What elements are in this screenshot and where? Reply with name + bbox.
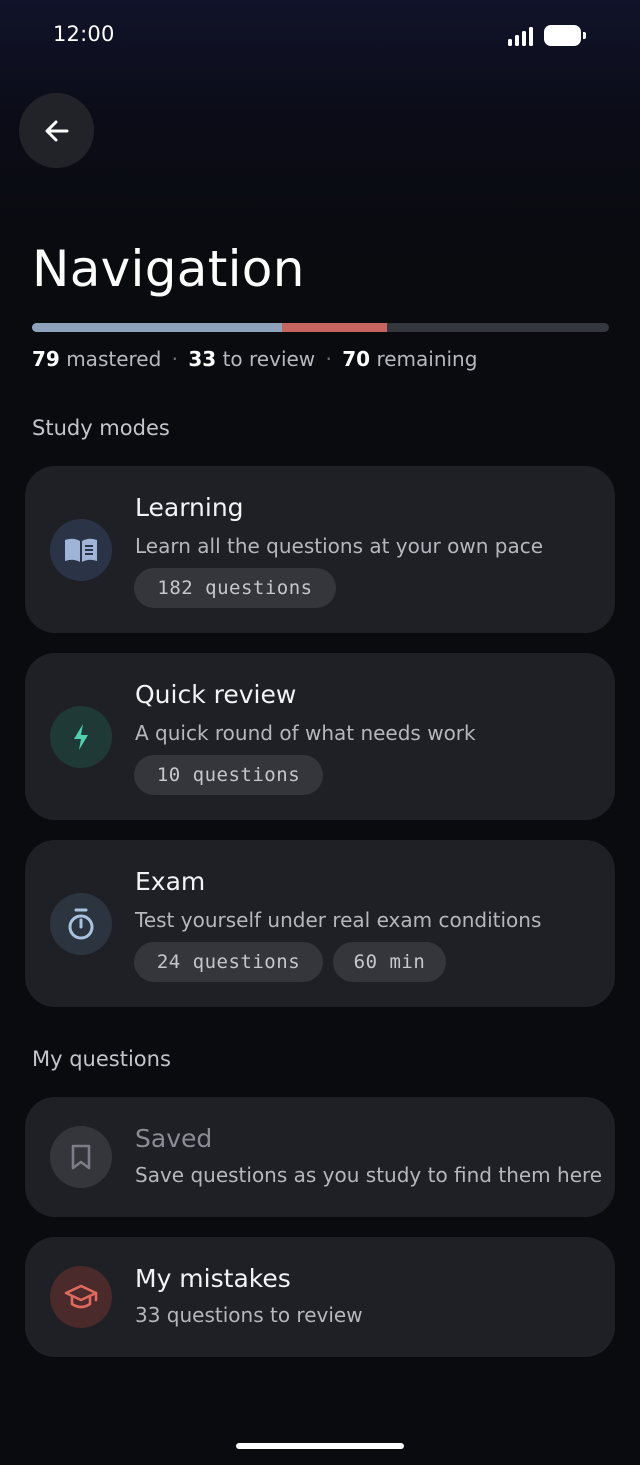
section-label-study-modes: Study modes <box>32 416 170 440</box>
book-icon <box>50 519 112 581</box>
progress-stats: 79 mastered · 33 to review · 70 remainin… <box>32 347 477 371</box>
card-title: Quick review <box>135 680 297 709</box>
graduation-cap-icon <box>50 1266 112 1328</box>
review-count: 33 <box>188 347 217 371</box>
progress-review-segment <box>282 323 388 332</box>
section-label-my-questions: My questions <box>32 1047 171 1071</box>
home-indicator[interactable] <box>236 1443 404 1449</box>
card-title: Exam <box>135 867 206 896</box>
stopwatch-icon <box>50 893 112 955</box>
study-mode-card-quick-review[interactable]: Quick review A quick round of what needs… <box>25 653 615 820</box>
question-count-chip: 182 questions <box>134 568 336 608</box>
duration-chip: 60 min <box>333 942 446 982</box>
card-subtitle: A quick round of what needs work <box>135 721 476 745</box>
study-mode-card-learning[interactable]: Learning Learn all the questions at your… <box>25 466 615 633</box>
bookmark-icon <box>50 1126 112 1188</box>
mastered-label: mastered <box>66 347 162 371</box>
my-questions-card-saved[interactable]: Saved Save questions as you study to fin… <box>25 1097 615 1217</box>
remaining-label: remaining <box>376 347 478 371</box>
lightning-icon <box>50 706 112 768</box>
signal-icon <box>508 26 536 46</box>
card-subtitle: Save questions as you study to find them… <box>135 1163 603 1187</box>
question-count-chip: 24 questions <box>134 942 323 982</box>
card-title: Learning <box>135 493 244 522</box>
my-questions-card-mistakes[interactable]: My mistakes 33 questions to review <box>25 1237 615 1357</box>
status-bar: 12:00 <box>0 0 640 72</box>
page-title: Navigation <box>32 240 305 298</box>
review-label: to review <box>222 347 316 371</box>
study-mode-card-exam[interactable]: Exam Test yourself under real exam condi… <box>25 840 615 1007</box>
progress-bar <box>32 323 609 332</box>
back-button[interactable] <box>19 93 94 168</box>
card-subtitle: Learn all the questions at your own pace <box>135 534 544 558</box>
separator-dot: · <box>171 347 179 371</box>
progress-mastered-segment <box>32 323 283 332</box>
battery-icon <box>544 25 586 46</box>
remaining-count: 70 <box>342 347 371 371</box>
arrow-left-icon <box>45 120 68 141</box>
card-title: Saved <box>135 1124 213 1153</box>
status-time: 12:00 <box>53 22 115 46</box>
card-subtitle: 33 questions to review <box>135 1303 363 1327</box>
mastered-count: 79 <box>32 347 60 371</box>
question-count-chip: 10 questions <box>134 755 323 795</box>
separator-dot: · <box>325 347 332 371</box>
card-title: My mistakes <box>135 1264 291 1293</box>
card-subtitle: Test yourself under real exam conditions <box>135 908 542 932</box>
